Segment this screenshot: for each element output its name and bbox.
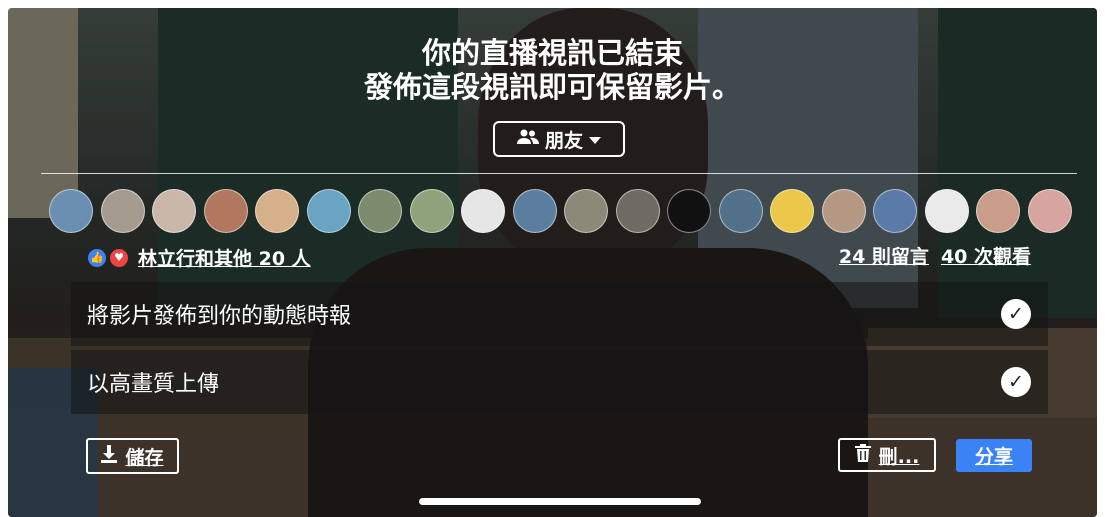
- title-line-2: 發佈這段視訊即可保留影片。: [363, 70, 741, 104]
- viewer-avatar[interactable]: [718, 189, 763, 233]
- viewer-avatar[interactable]: [615, 189, 660, 233]
- viewer-avatar[interactable]: [461, 189, 505, 233]
- viewer-avatar[interactable]: [306, 189, 351, 233]
- checkmark-icon[interactable]: ✓: [1001, 367, 1031, 397]
- viewer-avatar[interactable]: [667, 189, 711, 233]
- views-link[interactable]: 40 次觀看: [941, 242, 1031, 269]
- viewer-avatar[interactable]: [409, 189, 454, 233]
- delete-label: 刪...: [878, 445, 920, 468]
- viewer-avatar[interactable]: [152, 189, 196, 233]
- video-stats: 24 則留言 40 次觀看: [839, 242, 1031, 269]
- viewer-avatar[interactable]: [821, 189, 866, 233]
- divider: [41, 173, 1077, 174]
- viewer-avatars[interactable]: [49, 189, 1079, 235]
- viewer-avatar[interactable]: [770, 189, 814, 233]
- viewer-avatar[interactable]: [358, 189, 402, 233]
- viewer-avatar[interactable]: [976, 189, 1020, 233]
- share-label: 分享: [974, 446, 1013, 468]
- viewer-avatar[interactable]: [873, 189, 917, 233]
- viewer-avatar[interactable]: [255, 189, 299, 233]
- chevron-down-icon: [589, 128, 601, 150]
- viewer-avatar[interactable]: [564, 189, 608, 233]
- save-label: 儲存: [125, 446, 164, 469]
- delete-button[interactable]: 刪...: [838, 438, 936, 472]
- viewer-avatar[interactable]: [924, 189, 969, 233]
- like-icon: 👍: [88, 248, 106, 267]
- share-button[interactable]: 分享: [956, 439, 1032, 472]
- download-icon: [101, 444, 118, 468]
- reaction-names-link[interactable]: 林立行和其他 20 人: [138, 244, 311, 271]
- comments-link[interactable]: 24 則留言: [839, 242, 929, 269]
- option-label: 將影片發佈到你的動態時報: [87, 304, 352, 329]
- option-hd-upload[interactable]: 以高畫質上傳 ✓: [71, 350, 1048, 414]
- option-post-to-timeline[interactable]: 將影片發佈到你的動態時報 ✓: [71, 282, 1048, 346]
- love-icon: ♥: [110, 248, 128, 267]
- save-button[interactable]: 儲存: [86, 438, 179, 474]
- checkmark-icon[interactable]: ✓: [1001, 299, 1031, 329]
- viewer-avatar[interactable]: [49, 189, 93, 233]
- live-ended-screen: 你的直播視訊已結束 發佈這段視訊即可保留影片。 朋友 👍 ♥ 林立行和其他 20…: [8, 8, 1097, 517]
- viewer-avatar[interactable]: [203, 189, 248, 233]
- viewer-avatar[interactable]: [100, 189, 145, 233]
- viewer-avatar[interactable]: [1027, 189, 1072, 233]
- reaction-summary[interactable]: 👍 ♥ 林立行和其他 20 人: [88, 244, 311, 271]
- audience-label: 朋友: [544, 129, 583, 152]
- viewer-avatar[interactable]: [512, 189, 557, 233]
- audience-selector-button[interactable]: 朋友: [493, 121, 625, 157]
- trash-icon: [854, 443, 871, 467]
- title-line-1: 你的直播視訊已結束: [421, 36, 683, 70]
- home-indicator[interactable]: [419, 498, 701, 505]
- friends-icon: [516, 128, 539, 150]
- option-label: 以高畫質上傳: [87, 372, 220, 397]
